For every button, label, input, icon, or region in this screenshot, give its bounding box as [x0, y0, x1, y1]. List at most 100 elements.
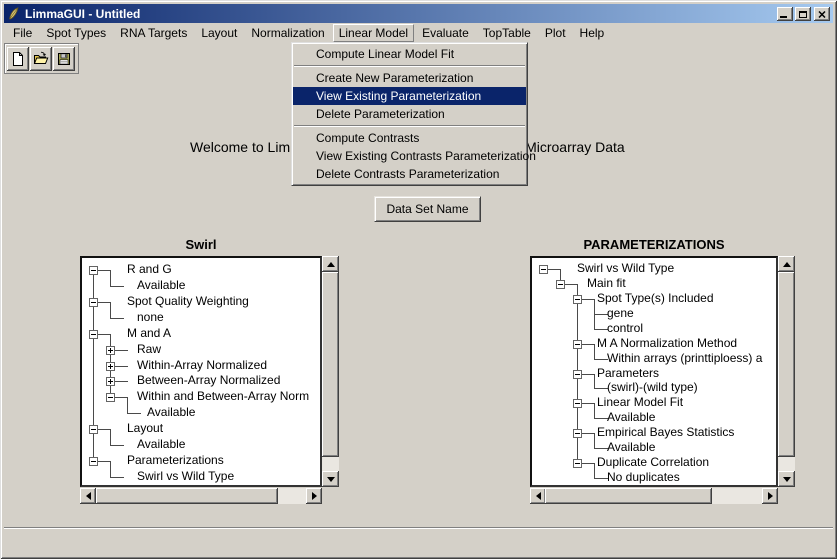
tree-node-label[interactable]: control: [607, 321, 643, 336]
tree-node-label[interactable]: Spot Quality Weighting: [127, 294, 249, 309]
tree-node-label[interactable]: No duplicates: [607, 470, 680, 485]
menu-item-view-existing-parameterization[interactable]: View Existing Parameterization: [293, 87, 526, 105]
tree-collapse-icon[interactable]: [89, 457, 98, 466]
tree-collapse-icon[interactable]: [573, 399, 582, 408]
scroll-right-button[interactable]: [762, 488, 778, 504]
tree-node-label[interactable]: none: [137, 310, 164, 325]
minimize-button[interactable]: [777, 7, 793, 21]
tree-node-label[interactable]: Within and Between-Array Norm: [137, 389, 309, 404]
tree-node-label[interactable]: Between-Array Normalized: [137, 373, 280, 388]
close-button[interactable]: [814, 7, 830, 21]
tree-line: [581, 374, 595, 375]
tree-expand-icon[interactable]: [106, 377, 115, 386]
tree-collapse-icon[interactable]: [573, 370, 582, 379]
tree-node-label[interactable]: Parameterizations: [127, 453, 224, 468]
maximize-button[interactable]: [795, 7, 811, 21]
tree-node-label[interactable]: R and G: [127, 262, 172, 277]
tree-node-label[interactable]: Available: [137, 437, 185, 452]
tree-title: Swirl: [80, 237, 322, 252]
horizontal-scrollbar[interactable]: [530, 488, 778, 504]
tree-line: [594, 359, 608, 360]
tree-node-label[interactable]: Within arrays (printtiploess) a: [607, 351, 762, 366]
data-set-name-button[interactable]: Data Set Name: [374, 196, 481, 222]
new-file-button[interactable]: [7, 47, 29, 71]
tree-collapse-icon[interactable]: [539, 265, 548, 274]
tree-node-label[interactable]: M and A: [127, 326, 171, 341]
tree-collapse-icon[interactable]: [89, 298, 98, 307]
tree-node-label[interactable]: M A Normalization Method: [597, 336, 737, 351]
tree-line: [114, 350, 128, 351]
tree-view[interactable]: Swirl vs Wild TypeMain fitSpot Type(s) I…: [530, 256, 778, 487]
tree-line: [97, 461, 111, 462]
menu-item-delete-contrasts-parameterization[interactable]: Delete Contrasts Parameterization: [293, 165, 526, 183]
save-file-button[interactable]: [53, 47, 75, 71]
menu-spot-types[interactable]: Spot Types: [40, 24, 112, 42]
tree-collapse-icon[interactable]: [573, 340, 582, 349]
tree-node-label[interactable]: Within-Array Normalized: [137, 358, 267, 373]
tree-node-label[interactable]: Empirical Bayes Statistics: [597, 425, 734, 440]
tree-line: [581, 403, 595, 404]
tree-node-label[interactable]: Spot Type(s) Included: [597, 291, 714, 306]
menu-file[interactable]: File: [7, 24, 38, 42]
tree-line: [127, 413, 141, 414]
tree-view[interactable]: R and GAvailableSpot Quality Weightingno…: [80, 256, 322, 487]
horizontal-scrollbar[interactable]: [80, 488, 322, 504]
tree-node-label[interactable]: (swirl)-(wild type): [607, 380, 698, 395]
menu-normalization[interactable]: Normalization: [245, 24, 330, 42]
tree-node-label[interactable]: Swirl vs Wild Type: [137, 469, 234, 484]
scroll-down-button[interactable]: [778, 471, 795, 487]
menu-item-compute-contrasts[interactable]: Compute Contrasts: [293, 129, 526, 147]
tree-line: [110, 302, 111, 318]
horizontal-scroll-thumb[interactable]: [96, 488, 278, 504]
vertical-scrollbar[interactable]: [322, 256, 339, 487]
tree-node-label[interactable]: Available: [147, 405, 195, 420]
menu-toptable[interactable]: TopTable: [477, 24, 537, 42]
scroll-down-button[interactable]: [322, 471, 339, 487]
menu-item-compute-linear-model-fit[interactable]: Compute Linear Model Fit: [293, 45, 526, 63]
tree-node-label[interactable]: gene: [607, 306, 634, 321]
horizontal-scroll-thumb[interactable]: [545, 488, 712, 504]
tree-collapse-icon[interactable]: [573, 459, 582, 468]
menu-rna-targets[interactable]: RNA Targets: [114, 24, 193, 42]
tree-node-label[interactable]: Duplicate Correlation: [597, 455, 709, 470]
menu-linear-model[interactable]: Linear Model: [333, 24, 414, 42]
tree-collapse-icon[interactable]: [89, 330, 98, 339]
scroll-right-button[interactable]: [306, 488, 322, 504]
tree-node-label[interactable]: Available: [607, 440, 655, 455]
up-arrow-icon: [783, 262, 791, 267]
tree-node-label[interactable]: Available: [607, 410, 655, 425]
scroll-up-button[interactable]: [778, 256, 795, 272]
vertical-scroll-thumb[interactable]: [322, 272, 339, 457]
tree-collapse-icon[interactable]: [106, 393, 115, 402]
menu-item-create-new-parameterization[interactable]: Create New Parameterization: [293, 69, 526, 87]
open-file-button[interactable]: [30, 47, 52, 71]
vertical-scroll-thumb[interactable]: [778, 272, 795, 457]
tree-collapse-icon[interactable]: [573, 429, 582, 438]
tree-collapse-icon[interactable]: [556, 280, 565, 289]
tree-collapse-icon[interactable]: [573, 295, 582, 304]
menu-evaluate[interactable]: Evaluate: [416, 24, 475, 42]
tree-expand-icon[interactable]: [106, 362, 115, 371]
tree-node-label[interactable]: Layout: [127, 421, 163, 436]
tree-collapse-icon[interactable]: [89, 266, 98, 275]
menu-item-delete-parameterization[interactable]: Delete Parameterization: [293, 105, 526, 123]
tree-node-label[interactable]: Main fit: [587, 276, 626, 291]
menu-help[interactable]: Help: [574, 24, 611, 42]
tree-line: [97, 334, 111, 335]
menu-item-view-existing-contrasts-parameterization[interactable]: View Existing Contrasts Parameterization: [293, 147, 526, 165]
tree-collapse-icon[interactable]: [89, 425, 98, 434]
tree-expand-icon[interactable]: [106, 346, 115, 355]
tree-line: [594, 418, 608, 419]
menu-layout[interactable]: Layout: [195, 24, 243, 42]
tree-node-label[interactable]: Raw: [137, 342, 161, 357]
scroll-left-button[interactable]: [530, 488, 546, 504]
scroll-left-button[interactable]: [80, 488, 96, 504]
menu-plot[interactable]: Plot: [539, 24, 572, 42]
scroll-up-button[interactable]: [322, 256, 339, 272]
vertical-scrollbar[interactable]: [778, 256, 795, 487]
tree-node-label[interactable]: Linear Model Fit: [597, 395, 683, 410]
title-bar[interactable]: LimmaGUI - Untitled: [4, 4, 833, 23]
tree-node-label[interactable]: Swirl vs Wild Type: [577, 261, 674, 276]
tree-node-label[interactable]: Available: [137, 278, 185, 293]
tree-node-label[interactable]: Parameters: [597, 366, 659, 381]
